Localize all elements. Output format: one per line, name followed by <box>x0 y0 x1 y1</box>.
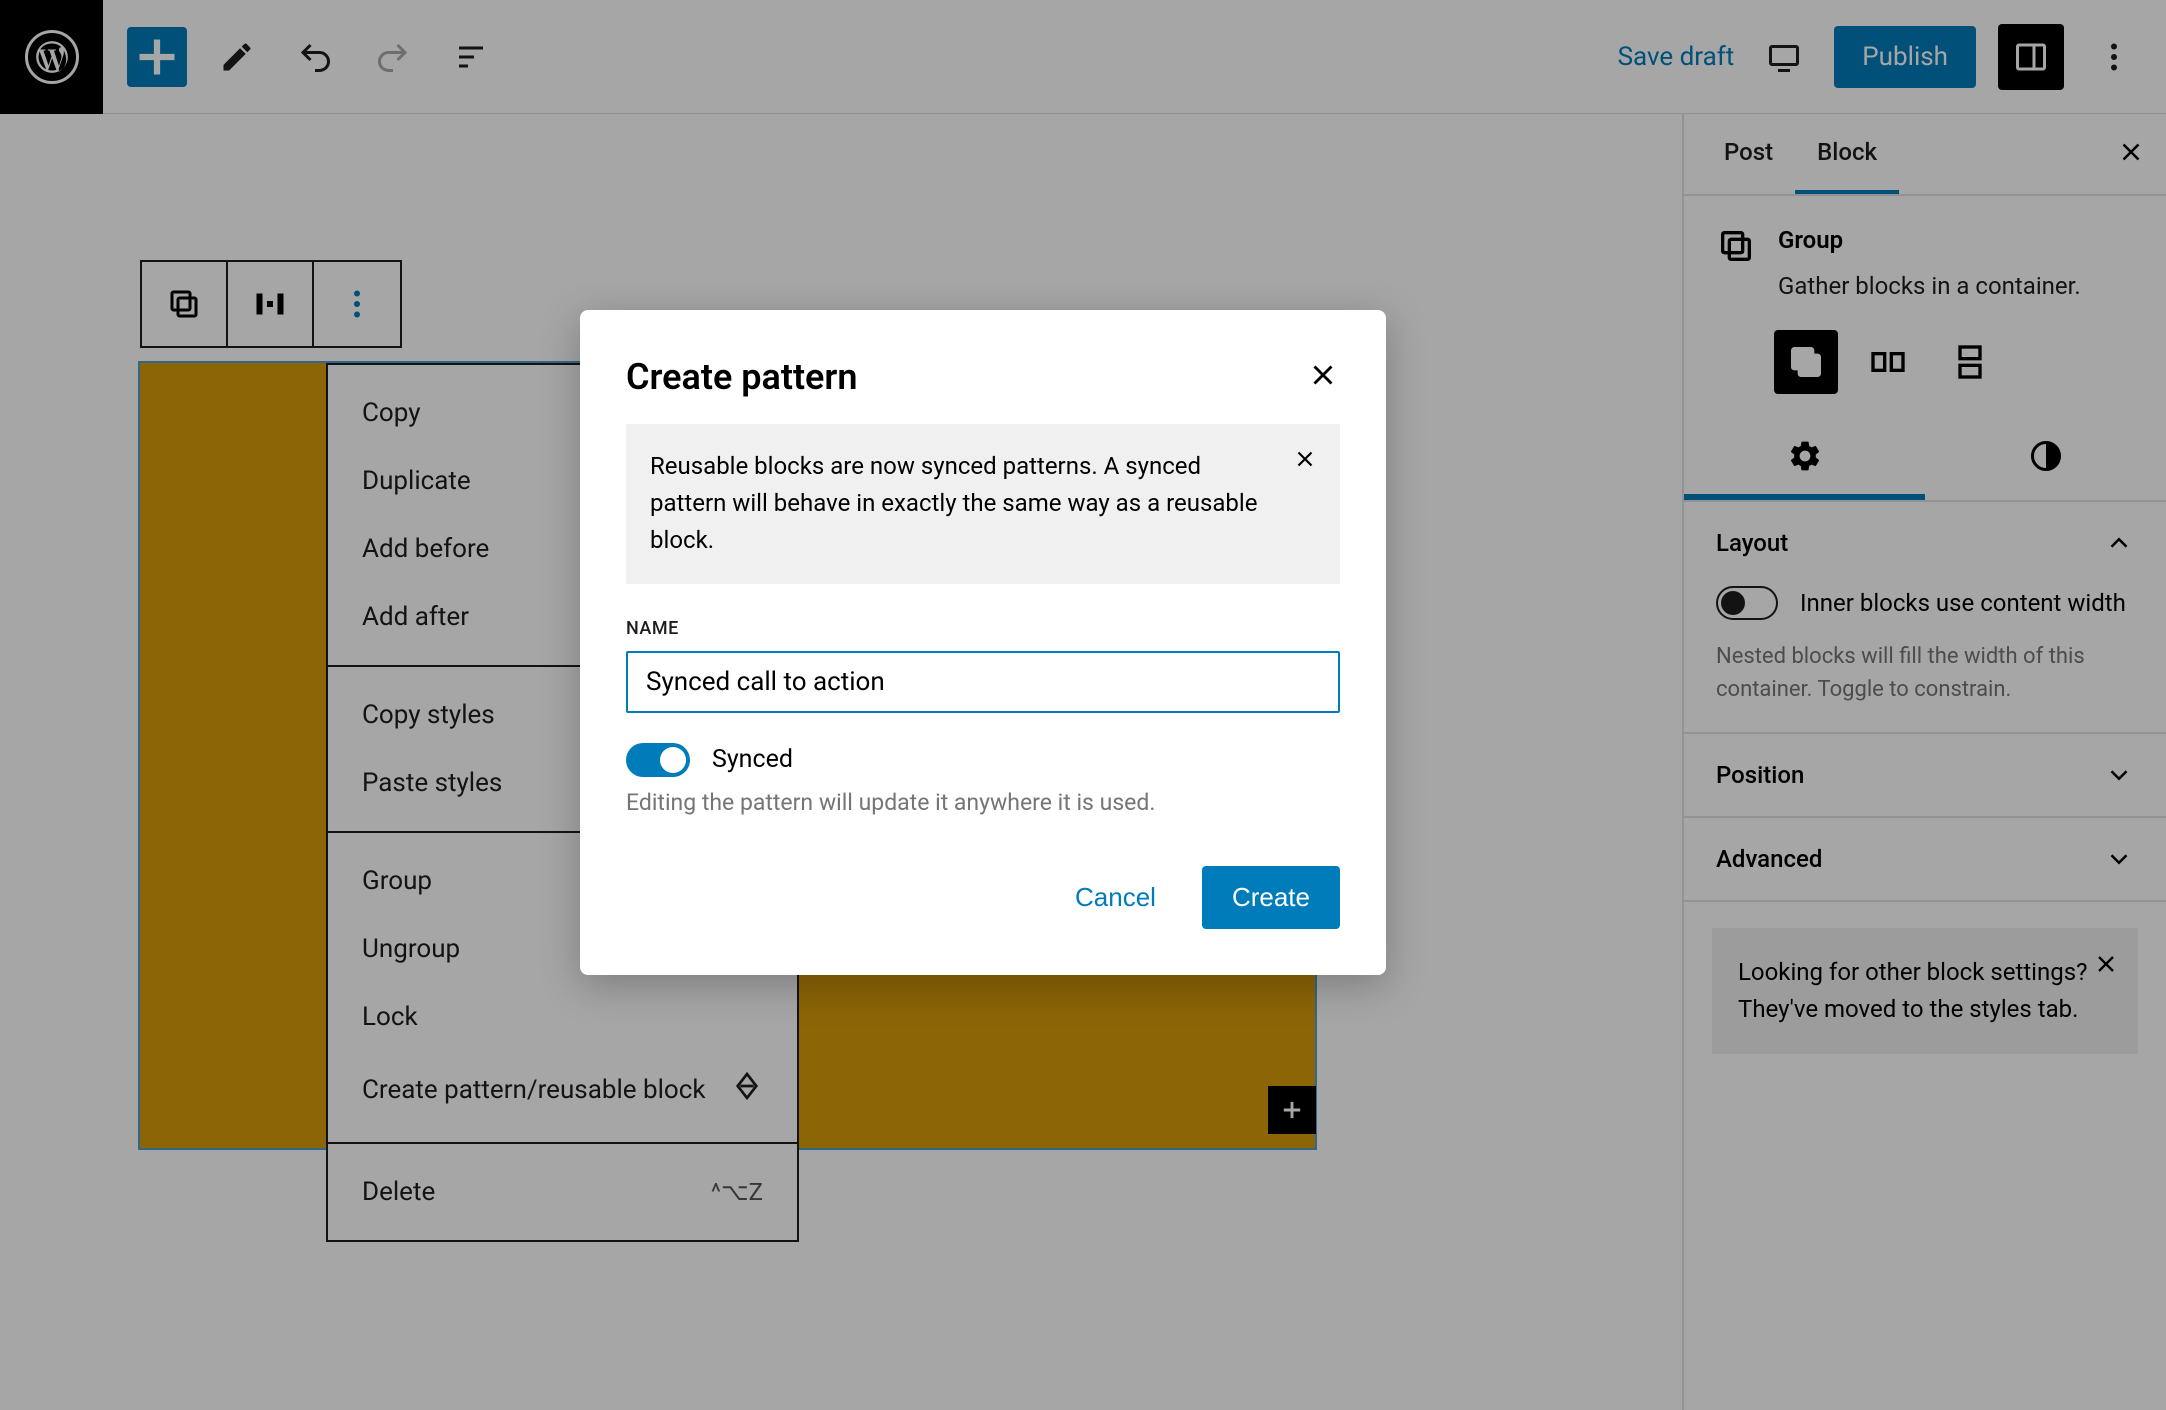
modal-info-notice: Reusable blocks are now synced patterns.… <box>626 424 1340 584</box>
pattern-name-input[interactable] <box>626 651 1340 713</box>
create-button[interactable]: Create <box>1202 866 1340 929</box>
dismiss-modal-notice-icon[interactable] <box>1292 446 1318 483</box>
synced-toggle[interactable] <box>626 743 690 777</box>
cancel-button[interactable]: Cancel <box>1049 866 1182 929</box>
name-field-label: NAME <box>626 618 1340 639</box>
modal-info-text: Reusable blocks are now synced patterns.… <box>650 452 1257 554</box>
modal-title: Create pattern <box>626 356 858 398</box>
create-pattern-modal: Create pattern Reusable blocks are now s… <box>580 310 1386 975</box>
close-modal-icon[interactable] <box>1306 358 1340 396</box>
synced-help-text: Editing the pattern will update it anywh… <box>626 789 1340 816</box>
synced-toggle-label: Synced <box>712 745 793 774</box>
